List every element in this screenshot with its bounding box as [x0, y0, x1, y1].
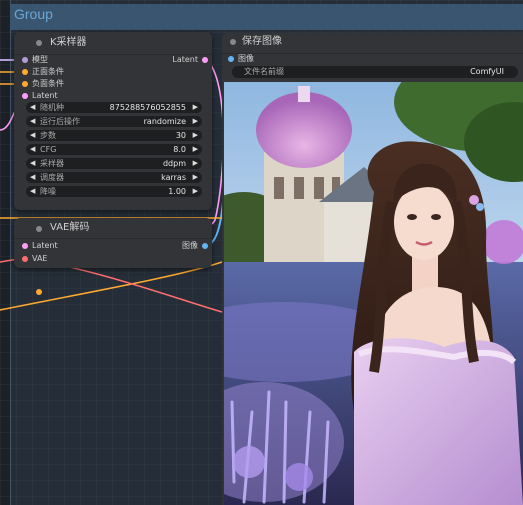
sampler-value: ddpm	[162, 159, 186, 168]
wire-orange-2	[0, 261, 223, 311]
increment-arrow-icon[interactable]: ▶	[193, 186, 198, 197]
filename-prefix-field[interactable]: 文件名前缀 ComfyUI	[232, 66, 518, 78]
denoise-widget[interactable]: ◀ 降噪 1.00 ▶	[26, 186, 202, 197]
steps-label: 步数	[40, 131, 56, 140]
wire-reroute-dot	[36, 289, 42, 295]
ksampler-title: K采样器	[14, 32, 212, 55]
latent-slot-dot[interactable]	[22, 93, 28, 99]
steps-value: 30	[175, 131, 186, 140]
vae-decode-node[interactable]: VAE解码 Latent VAE 图像	[14, 218, 212, 268]
output-latent[interactable]: Latent	[164, 54, 208, 66]
vae-slot-dot[interactable]	[22, 256, 28, 262]
increment-arrow-icon[interactable]: ▶	[193, 158, 198, 169]
ksampler-node[interactable]: K采样器 模型 正面条件 负面条件 Latent Latent ◀ 随机种 87…	[14, 32, 212, 210]
seed-label: 随机种	[40, 103, 64, 112]
latent-out-dot[interactable]	[202, 57, 208, 63]
cfg-widget[interactable]: ◀ CFG 8.0 ▶	[26, 144, 202, 155]
save-image-title: 保存图像	[222, 33, 523, 54]
input-model-label: 模型	[32, 55, 48, 64]
image-slot-dot[interactable]	[228, 56, 234, 62]
input-image-label: 图像	[238, 54, 254, 63]
output-image[interactable]: 图像	[164, 240, 208, 252]
input-negative-label: 负面条件	[32, 79, 64, 88]
cfg-label: CFG	[40, 145, 57, 154]
denoise-label: 降噪	[40, 187, 56, 196]
filename-prefix-label: 文件名前缀	[244, 67, 284, 76]
increment-arrow-icon[interactable]: ▶	[193, 144, 198, 155]
output-image-label: 图像	[182, 241, 198, 250]
steps-widget[interactable]: ◀ 步数 30 ▶	[26, 130, 202, 141]
model-slot-dot[interactable]	[22, 57, 28, 63]
input-latent-label: Latent	[32, 241, 58, 250]
input-positive-label: 正面条件	[32, 67, 64, 76]
control-after-value: randomize	[143, 117, 186, 126]
latent-slot-dot[interactable]	[22, 243, 28, 249]
increment-arrow-icon[interactable]: ▶	[193, 130, 198, 141]
preview-illustration	[224, 82, 523, 505]
decrement-arrow-icon[interactable]: ◀	[30, 144, 35, 155]
seed-value: 875288576052855	[109, 103, 186, 112]
scheduler-value: karras	[161, 173, 186, 182]
output-latent-label: Latent	[172, 55, 198, 64]
input-vae-label: VAE	[32, 254, 48, 263]
image-out-dot[interactable]	[202, 243, 208, 249]
negative-slot-dot[interactable]	[22, 81, 28, 87]
sampler-label: 采样器	[40, 159, 64, 168]
input-latent-label: Latent	[32, 91, 58, 100]
decrement-arrow-icon[interactable]: ◀	[30, 130, 35, 141]
decrement-arrow-icon[interactable]: ◀	[30, 158, 35, 169]
increment-arrow-icon[interactable]: ▶	[193, 116, 198, 127]
filename-prefix-value: ComfyUI	[470, 67, 504, 76]
sampler-widget[interactable]: ◀ 采样器 ddpm ▶	[26, 158, 202, 169]
vae-decode-title: VAE解码	[14, 218, 212, 239]
positive-slot-dot[interactable]	[22, 69, 28, 75]
decrement-arrow-icon[interactable]: ◀	[30, 102, 35, 113]
control-after-label: 运行后操作	[40, 117, 80, 126]
decrement-arrow-icon[interactable]: ◀	[30, 172, 35, 183]
denoise-value: 1.00	[168, 187, 186, 196]
scheduler-widget[interactable]: ◀ 调度器 karras ▶	[26, 172, 202, 183]
decrement-arrow-icon[interactable]: ◀	[30, 186, 35, 197]
decrement-arrow-icon[interactable]: ◀	[30, 116, 35, 127]
increment-arrow-icon[interactable]: ▶	[193, 172, 198, 183]
generated-image-preview[interactable]	[224, 82, 523, 505]
scheduler-label: 调度器	[40, 173, 64, 182]
seed-widget[interactable]: ◀ 随机种 875288576052855 ▶	[26, 102, 202, 113]
increment-arrow-icon[interactable]: ▶	[193, 102, 198, 113]
control-after-widget[interactable]: ◀ 运行后操作 randomize ▶	[26, 116, 202, 127]
cfg-value: 8.0	[173, 145, 186, 154]
